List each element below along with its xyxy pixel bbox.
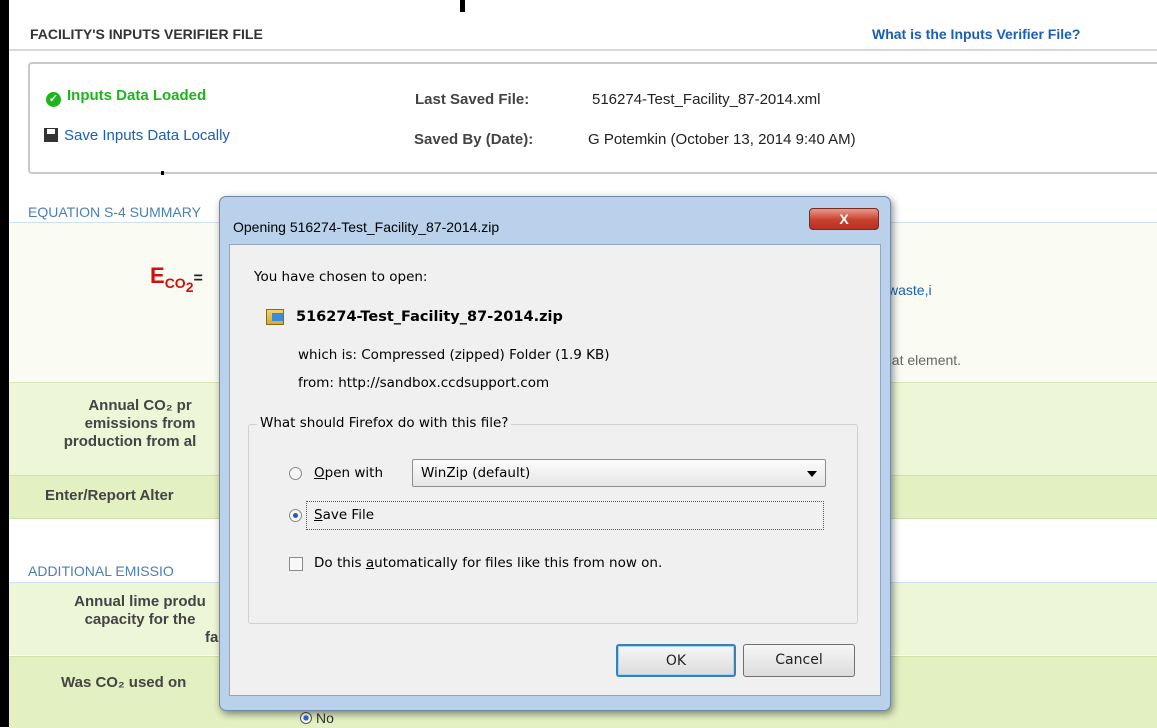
last-saved-value: 516274-Test_Facility_87-2014.xml [592, 91, 821, 108]
open-with-label[interactable]: Open with [314, 465, 383, 481]
radio-selected-icon [300, 712, 312, 724]
annual-co2-label-3: production from al [63, 433, 197, 450]
file-type: which is: Compressed (zipped) Folder (1.… [298, 347, 610, 363]
file-name: 516274-Test_Facility_87-2014.zip [296, 309, 563, 325]
inputs-loaded-status: ✓ Inputs Data Loaded [46, 87, 206, 107]
co2-used-label: Was CO₂ used on [61, 674, 187, 691]
saved-by-value: G Potemkin (October 13, 2014 9:40 AM) [588, 131, 856, 148]
annual-co2-label-1: Annual CO₂ pr [88, 397, 192, 414]
auto-mnemonic: a [365, 555, 375, 571]
app-select-value: WinZip (default) [421, 465, 531, 481]
save-file-label[interactable]: Save File [314, 507, 374, 523]
last-saved-label: Last Saved File: [415, 91, 530, 108]
save-locally-link[interactable]: Save Inputs Data Locally [44, 127, 230, 144]
save-locally-label: Save Inputs Data Locally [64, 127, 230, 144]
open-with-text: pen with [324, 465, 384, 481]
left-border [0, 0, 9, 727]
ok-button[interactable]: OK [616, 644, 736, 677]
stray-dot [161, 171, 164, 175]
auto-checkbox[interactable] [289, 557, 303, 571]
equation-equals: = [193, 270, 203, 287]
equation-lhs: ECO2= [150, 263, 203, 295]
top-marker [460, 0, 465, 12]
chosen-label: You have chosen to open: [254, 269, 428, 285]
check-circle-icon: ✓ [46, 92, 61, 107]
element-note: hat element. [884, 352, 962, 368]
lime-label-3: fa [205, 629, 219, 646]
save-file-text: ave File [322, 507, 375, 523]
page-title: FACILITY'S INPUTS VERIFIER FILE [30, 26, 263, 42]
enter-report-label: Enter/Report Alter [45, 487, 174, 504]
zip-file-icon [266, 309, 284, 325]
auto-label[interactable]: Do this automatically for files like thi… [314, 555, 662, 571]
equation-section-title: EQUATION S-4 SUMMARY [28, 204, 201, 220]
dropdown-arrow-icon [807, 471, 817, 477]
save-file-radio[interactable] [289, 509, 302, 522]
file-source: from: http://sandbox.ccdsupport.com [298, 375, 550, 391]
inputs-loaded-label: Inputs Data Loaded [67, 87, 207, 104]
open-with-mnemonic: O [314, 465, 325, 481]
equation-term: waste,i [888, 282, 932, 298]
lime-label-2: capacity for the [84, 611, 196, 628]
save-file-mnemonic: S [314, 507, 323, 523]
saved-by-label: Saved By (Date): [414, 131, 534, 148]
auto-text-pre: Do this [314, 555, 366, 571]
dialog-close-button[interactable]: X [809, 208, 879, 230]
annual-co2-label-2: emissions from [84, 415, 196, 432]
lime-label-1: Annual lime produ [74, 593, 206, 610]
additional-section-title: ADDITIONAL EMISSIO [28, 563, 174, 579]
no-label: No [316, 710, 334, 726]
equation-e: E [150, 263, 165, 288]
save-file-focus [306, 501, 824, 530]
help-link[interactable]: What is the Inputs Verifier File? [872, 26, 1080, 42]
status-panel [28, 62, 1157, 174]
open-with-radio[interactable] [289, 467, 302, 480]
cancel-button[interactable]: Cancel [743, 644, 855, 677]
floppy-disk-icon [44, 128, 58, 142]
no-radio[interactable]: No [300, 710, 334, 726]
auto-text-rest: utomatically for files like this from no… [374, 555, 663, 571]
header-divider [9, 49, 1157, 51]
app-select[interactable]: WinZip (default) [412, 459, 826, 487]
action-question: What should Firefox do with this file? [257, 415, 512, 431]
equation-co: CO [164, 275, 186, 292]
dialog-title: Opening 516274-Test_Facility_87-2014.zip [233, 219, 500, 235]
